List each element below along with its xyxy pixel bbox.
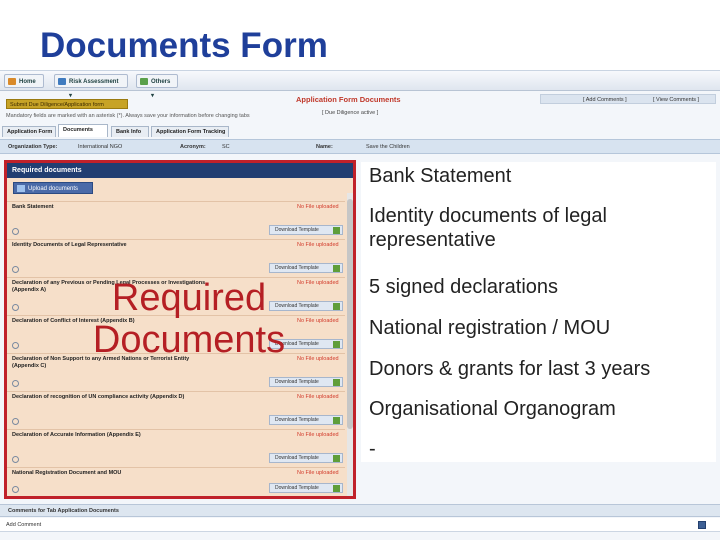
bullet-item: Identity documents of legal representati… — [369, 205, 607, 251]
nav-risk-label: Risk Assessment ▾ — [69, 79, 119, 99]
others-icon — [140, 78, 148, 85]
panel-scrollbar[interactable] — [347, 193, 353, 496]
mandatory-note: Mandatory fields are marked with an aste… — [6, 113, 250, 119]
bullet-item: - — [369, 438, 376, 460]
bullet-item: Organisational Organogram — [369, 398, 616, 420]
nav-others-button[interactable]: Others ▾ — [136, 74, 178, 99]
download-icon — [333, 227, 340, 234]
download-icon — [333, 417, 340, 424]
document-row: National Registration Document and MOU N… — [7, 467, 345, 496]
nav-home-label: Home — [19, 79, 36, 85]
comments-title: Comments for Tab Application Documents — [8, 508, 119, 514]
org-type-label: Organization Type: — [8, 144, 58, 150]
attach-file-icon[interactable] — [12, 380, 19, 387]
scrollbar-thumb[interactable] — [347, 199, 353, 429]
nav-risk-assessment-button[interactable]: Risk Assessment ▾ — [54, 74, 128, 99]
attach-file-icon[interactable] — [12, 304, 19, 311]
download-icon — [333, 303, 340, 310]
download-icon — [333, 485, 340, 492]
download-template-label: Download Template — [275, 265, 319, 271]
upload-documents-button[interactable]: Upload documents — [13, 182, 93, 194]
view-comments-link[interactable]: [ View Comments ] — [653, 96, 699, 104]
chart-icon — [58, 78, 66, 85]
comment-input-row[interactable]: Add Comment — [0, 518, 720, 532]
nav-home-button[interactable]: Home — [4, 74, 44, 88]
file-status: No File uploaded — [297, 394, 339, 400]
name-label: Name: — [316, 144, 333, 150]
summary-bullet-list: Bank Statement Identity documents of leg… — [361, 162, 716, 462]
form-heading: Application Form Documents — [296, 95, 401, 104]
acronym-label: Acronym: — [180, 144, 206, 150]
attach-file-icon[interactable] — [12, 418, 19, 425]
comment-actions-bar: [ Add Comments ] [ View Comments ] — [540, 94, 716, 104]
attach-file-icon[interactable] — [12, 266, 19, 273]
download-template-button[interactable]: Download Template — [269, 263, 343, 273]
document-row: Identity Documents of Legal Representati… — [7, 239, 345, 277]
document-name: Declaration of recognition of UN complia… — [12, 394, 185, 400]
file-status: No File uploaded — [297, 204, 339, 210]
bullet-item: Bank Statement — [369, 165, 512, 187]
document-row: Declaration of recognition of UN complia… — [7, 391, 345, 429]
attach-file-icon[interactable] — [12, 228, 19, 235]
upload-documents-label: Upload documents — [28, 186, 79, 192]
document-name: National Registration Document and MOU — [12, 470, 122, 476]
document-name: Bank Statement — [12, 204, 54, 210]
required-documents-header: Required documents — [7, 163, 353, 178]
file-status: No File uploaded — [297, 470, 339, 476]
download-icon — [333, 265, 340, 272]
tab-documents[interactable]: Documents — [58, 124, 108, 137]
due-diligence-status: [ Due Diligence active ] — [322, 110, 379, 116]
download-template-button[interactable]: Download Template — [269, 453, 343, 463]
download-template-button[interactable]: Download Template — [269, 225, 343, 235]
save-icon[interactable] — [698, 521, 706, 529]
download-template-label: Download Template — [275, 227, 319, 233]
attach-file-icon[interactable] — [12, 486, 19, 493]
download-template-label: Download Template — [275, 417, 319, 423]
tab-bank-info[interactable]: Bank Info — [111, 126, 149, 137]
download-template-button[interactable]: Download Template — [269, 377, 343, 387]
document-name: Identity Documents of Legal Representati… — [12, 242, 127, 248]
top-nav-bar: Home Risk Assessment ▾ Others ▾ — [0, 71, 720, 99]
download-template-label: Download Template — [275, 485, 319, 491]
acronym-value: SC — [222, 144, 230, 150]
org-type-value: International NGO — [78, 144, 123, 150]
file-status: No File uploaded — [297, 432, 339, 438]
file-status: No File uploaded — [297, 242, 339, 248]
attach-file-icon[interactable] — [12, 456, 19, 463]
download-template-button[interactable]: Download Template — [269, 415, 343, 425]
slide-title: Documents Form — [40, 26, 328, 65]
bullet-item: Donors & grants for last 3 years — [369, 358, 651, 380]
document-name: Declaration of Accurate Information (App… — [12, 432, 141, 438]
submit-application-button[interactable]: Submit Due Diligence/Application form — [6, 99, 128, 109]
organization-info-bar: Organization Type: International NGO Acr… — [0, 139, 720, 154]
bullet-item: National registration / MOU — [369, 317, 611, 339]
overlay-label-required: Required — [111, 277, 267, 319]
download-icon — [333, 455, 340, 462]
add-comments-link[interactable]: [ Add Comments ] — [583, 96, 627, 104]
attach-file-icon[interactable] — [12, 342, 19, 349]
nav-others-label: Others ▾ — [151, 79, 171, 99]
comments-bar: Comments for Tab Application Documents — [0, 504, 720, 517]
name-value: Save the Children — [366, 144, 410, 150]
download-template-label: Download Template — [275, 379, 319, 385]
download-template-label: Download Template — [275, 455, 319, 461]
add-comment-label: Add Comment — [6, 522, 42, 528]
bullet-item: 5 signed declarations — [369, 276, 559, 298]
overlay-label-documents: Documents — [92, 319, 286, 361]
tab-application-form-tracking[interactable]: Application Form Tracking — [151, 126, 229, 137]
document-row: Bank Statement No File uploaded Download… — [7, 201, 345, 239]
required-documents-panel: Required documents Upload documents Bank… — [4, 160, 356, 499]
upload-icon — [17, 185, 25, 192]
download-icon — [333, 379, 340, 386]
home-icon — [8, 78, 16, 85]
download-icon — [333, 341, 340, 348]
download-template-button[interactable]: Download Template — [269, 483, 343, 493]
document-row: Declaration of Accurate Information (App… — [7, 429, 345, 467]
tab-application-form[interactable]: Application Form — [2, 126, 56, 137]
